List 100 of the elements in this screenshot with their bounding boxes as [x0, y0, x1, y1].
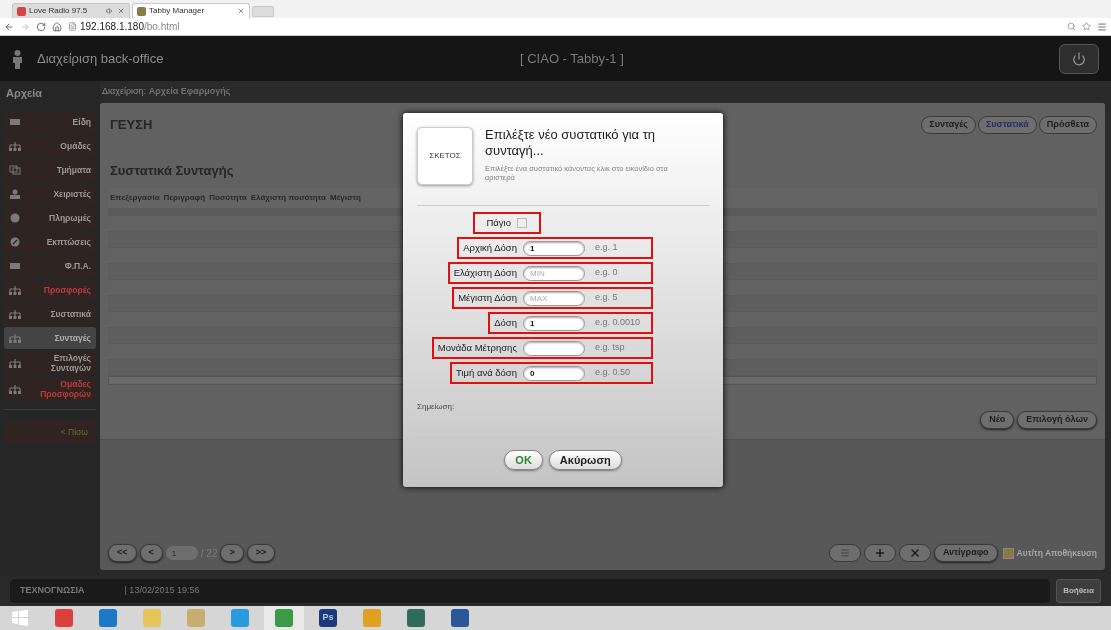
sidebar-label: Είδη — [71, 117, 91, 127]
page-icon — [68, 22, 77, 31]
input-field[interactable]: 1 — [523, 240, 585, 256]
menu-icon[interactable] — [1097, 21, 1107, 32]
sidebar-item[interactable]: Προσφορές — [4, 279, 96, 301]
page-field[interactable]: 1 — [165, 546, 198, 560]
action-button[interactable]: Επιλογή όλων — [1017, 411, 1097, 429]
last-page-button[interactable]: >> — [246, 544, 276, 562]
app-icon[interactable] — [363, 609, 381, 627]
ingredient-thumbnail[interactable]: ΣΚΕΤΟΣ — [417, 127, 473, 185]
app-icon[interactable] — [143, 609, 161, 627]
example-hint: e.g. 5 — [594, 291, 619, 305]
breadcrumb: Διαχείριση: Αρχεία Εφαρμογής — [102, 85, 231, 99]
app-icon[interactable] — [187, 609, 205, 627]
plus-icon — [873, 547, 886, 559]
example-hint: e.g. tsp — [594, 341, 626, 355]
example-hint: e.g. 0.50 — [594, 366, 632, 380]
hierarchy-icon — [9, 309, 21, 319]
column-header: Ποσότητα — [208, 192, 248, 204]
action-button[interactable]: Νέο — [980, 411, 1015, 429]
view-tab[interactable]: Πρόσθετα — [1038, 115, 1097, 134]
sidebar-item[interactable]: Επιλογές Συνταγών — [4, 351, 96, 375]
sidebar-item[interactable]: Ομάδες Προσφορών — [4, 377, 96, 401]
hierarchy-icon — [9, 358, 21, 368]
power-button[interactable] — [1059, 43, 1099, 74]
app-icon[interactable] — [99, 609, 117, 627]
help-button[interactable]: Βοήθεια — [1056, 579, 1101, 603]
close-icon[interactable] — [117, 7, 125, 15]
discount-icon — [9, 237, 21, 247]
reload-icon[interactable] — [36, 21, 46, 32]
input-field[interactable]: 1 — [523, 315, 585, 331]
back-button[interactable]: < Πίσω — [4, 421, 96, 444]
section-title: Συστατικά Συνταγής — [110, 161, 234, 180]
hierarchy-icon — [9, 285, 21, 295]
app-icon[interactable] — [275, 609, 293, 627]
list-button[interactable] — [828, 544, 861, 562]
app-icon[interactable] — [407, 609, 425, 627]
sidebar-item[interactable]: Πληρωμές — [4, 207, 96, 229]
windows-icon[interactable] — [12, 610, 28, 626]
field-label: Δόση — [494, 315, 517, 330]
hierarchy-icon — [9, 384, 21, 394]
taskbar-item[interactable]: Ps — [308, 606, 348, 630]
app-title: Διαχείριση back-office — [37, 49, 164, 68]
delete-button[interactable] — [898, 544, 931, 562]
person-icon — [9, 189, 21, 199]
sidebar-item[interactable]: Συνταγές — [4, 327, 96, 349]
close-icon[interactable] — [237, 7, 245, 15]
sidebar-label: Τμήματα — [55, 165, 91, 175]
sidebar-item[interactable]: Φ.Π.Α. — [4, 255, 96, 277]
input-field[interactable]: MIN — [523, 265, 585, 281]
add-button[interactable] — [863, 544, 896, 562]
forward-icon[interactable] — [20, 21, 30, 32]
hierarchy-icon — [9, 141, 21, 151]
sidebar-label: Ομάδες — [59, 141, 91, 151]
sidebar-item[interactable]: Εκπτώσεις — [4, 231, 96, 253]
sidebar-item[interactable]: Συστατικά — [4, 303, 96, 325]
cancel-button[interactable]: Ακύρωση — [548, 450, 622, 470]
new-tab-button[interactable] — [252, 6, 274, 17]
ok-button[interactable]: OK — [504, 450, 543, 470]
autosave-checkbox[interactable] — [1002, 547, 1014, 559]
browser-tab[interactable]: Love Radio 97.5 — [12, 3, 130, 18]
fixed-checkbox[interactable] — [517, 218, 527, 228]
power-icon — [1072, 51, 1086, 66]
sidebar-label: Επιλογές Συνταγών — [49, 353, 91, 373]
sidebar-item[interactable]: Χειριστές — [4, 183, 96, 205]
zoom-icon[interactable] — [1067, 22, 1076, 31]
column-header: Περιγραφή — [162, 192, 207, 204]
browser-tab[interactable]: Tabby Manager — [132, 3, 250, 18]
view-tab[interactable]: Συνταγές — [921, 115, 976, 134]
input-field[interactable]: MAX — [523, 290, 585, 306]
input-field[interactable] — [523, 340, 585, 356]
taskbar-item[interactable] — [264, 606, 304, 630]
star-icon[interactable] — [1082, 22, 1091, 31]
field-label: Πάγιο — [486, 215, 511, 230]
field-label: Αρχική Δόση — [463, 240, 517, 255]
delete-icon — [908, 547, 921, 559]
app-icon[interactable] — [231, 609, 249, 627]
column-header: Ελάχιστη ποσότητα — [249, 192, 327, 204]
coin-icon — [9, 213, 21, 223]
first-page-button[interactable]: << — [108, 544, 137, 562]
favicon-icon — [137, 6, 146, 16]
tab-title: Love Radio 97.5 — [29, 5, 89, 17]
example-hint: e.g. 1 — [594, 241, 619, 255]
input-field[interactable]: 0 — [523, 365, 585, 381]
previous-page-button[interactable]: < — [139, 544, 163, 562]
hierarchy-icon — [9, 333, 21, 343]
sidebar-label: Προσφορές — [42, 285, 91, 295]
sidebar-item[interactable]: Τμήματα — [4, 159, 96, 181]
next-page-button[interactable]: > — [220, 544, 244, 562]
home-icon[interactable] — [52, 21, 62, 32]
dialog-title: Επιλέξτε νέο συστατικό για τη συνταγή... — [485, 127, 657, 159]
example-hint: e.g. 0 — [594, 266, 619, 280]
copy-button[interactable]: Αντίγραφο — [933, 544, 998, 562]
app-icon[interactable]: Ps — [319, 609, 337, 627]
app-icon[interactable] — [55, 609, 73, 627]
sidebar-label: Συστατικά — [49, 309, 91, 319]
back-icon[interactable] — [4, 21, 14, 32]
sidebar-item[interactable]: Ομάδες — [4, 135, 96, 157]
square-icon — [9, 117, 21, 127]
sidebar-item[interactable]: Είδη — [4, 111, 96, 133]
